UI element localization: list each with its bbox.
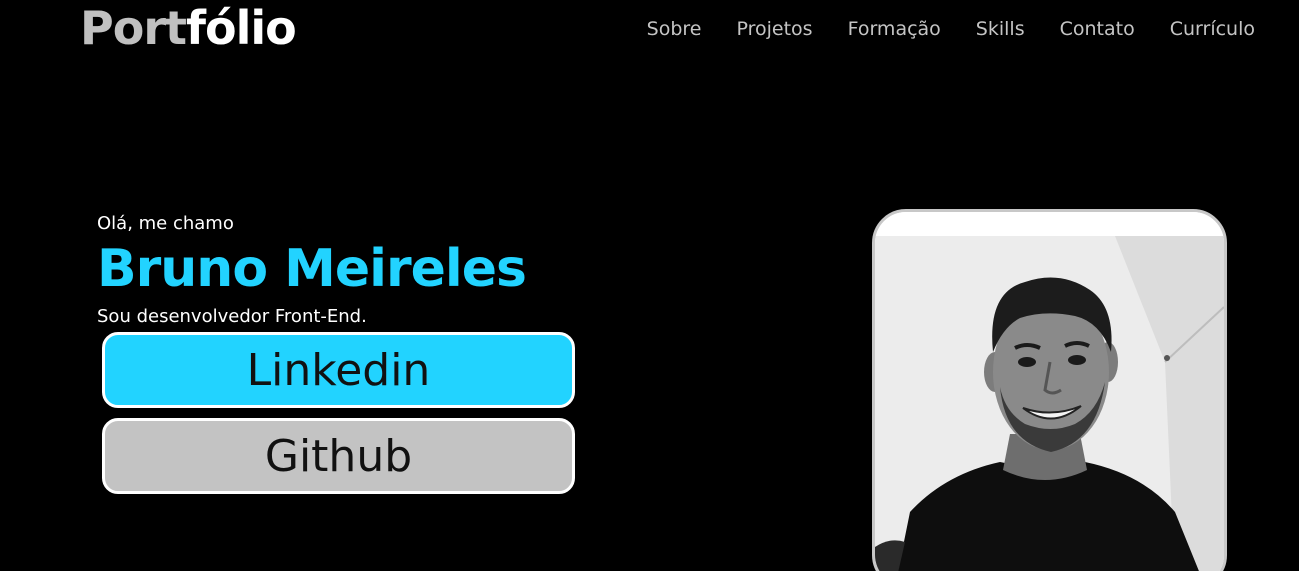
profile-photo: [872, 209, 1227, 571]
linkedin-button[interactable]: Linkedin: [102, 332, 575, 408]
hero-role: Sou desenvolvedor Front-End.: [97, 306, 367, 327]
hero-greeting: Olá, me chamo: [97, 213, 234, 234]
nav-link-formacao[interactable]: Formação: [848, 17, 941, 41]
profile-photo-illustration: [875, 212, 1224, 571]
nav-link-sobre[interactable]: Sobre: [647, 17, 702, 41]
site-logo[interactable]: Portfólio: [80, 1, 297, 55]
nav-link-curriculo[interactable]: Currículo: [1170, 17, 1255, 41]
logo-part-port: Port: [80, 1, 187, 55]
logo-part-folio: fólio: [186, 1, 297, 55]
nav-link-skills[interactable]: Skills: [976, 17, 1025, 41]
nav-link-projetos[interactable]: Projetos: [736, 17, 812, 41]
main-nav: Sobre Projetos Formação Skills Contato C…: [647, 17, 1255, 41]
github-button[interactable]: Github: [102, 418, 575, 494]
hero-name: Bruno Meireles: [97, 239, 527, 299]
page: Portfólio Sobre Projetos Formação Skills…: [0, 0, 1299, 571]
nav-link-contato[interactable]: Contato: [1060, 17, 1135, 41]
